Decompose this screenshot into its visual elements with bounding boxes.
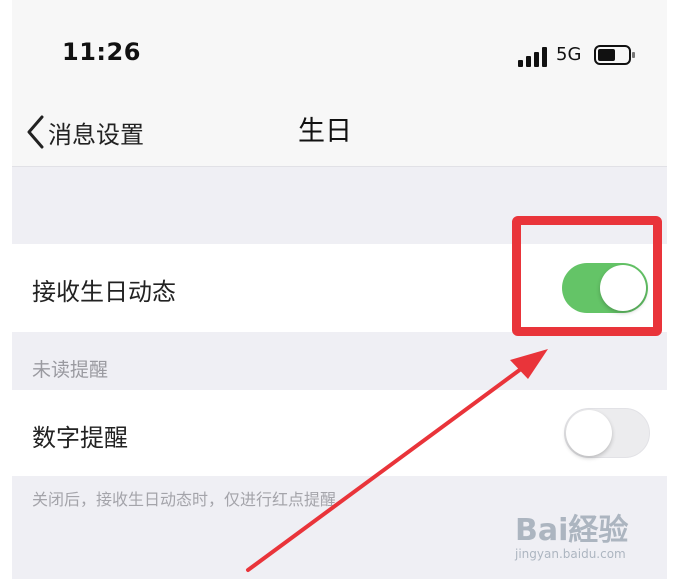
status-bar: 11:26 5G <box>12 0 667 100</box>
number-reminder-label: 数字提醒 <box>32 424 128 452</box>
signal-icon <box>518 47 547 67</box>
chevron-left-icon <box>27 115 44 149</box>
highlight-box <box>512 216 662 336</box>
watermark-brand: Bai経验 <box>515 513 629 548</box>
phone-screen: 11:26 5G 消息设置 生日 接收生日动态 未读提醒 数字提醒 关闭后，接收… <box>12 0 667 579</box>
network-type: 5G <box>556 44 582 65</box>
unread-section-header: 未读提醒 <box>32 359 109 381</box>
battery-icon <box>594 45 635 65</box>
watermark-url: jingyan.baidu.com <box>515 547 626 561</box>
back-button[interactable]: 消息设置 <box>24 112 144 152</box>
number-reminder-row[interactable]: 数字提醒 <box>12 390 667 476</box>
baidu-watermark: Bai経验 jingyan.baidu.com <box>515 505 665 565</box>
number-reminder-toggle[interactable] <box>564 408 650 458</box>
status-time: 11:26 <box>62 38 141 66</box>
navigation-bar: 消息设置 生日 <box>12 100 667 167</box>
back-label: 消息设置 <box>48 120 144 149</box>
toggle-knob <box>566 410 612 456</box>
birthday-feed-label: 接收生日动态 <box>32 278 176 306</box>
footer-note: 关闭后，接收生日动态时，仅进行红点提醒 <box>32 490 337 509</box>
page-title: 生日 <box>298 116 352 147</box>
